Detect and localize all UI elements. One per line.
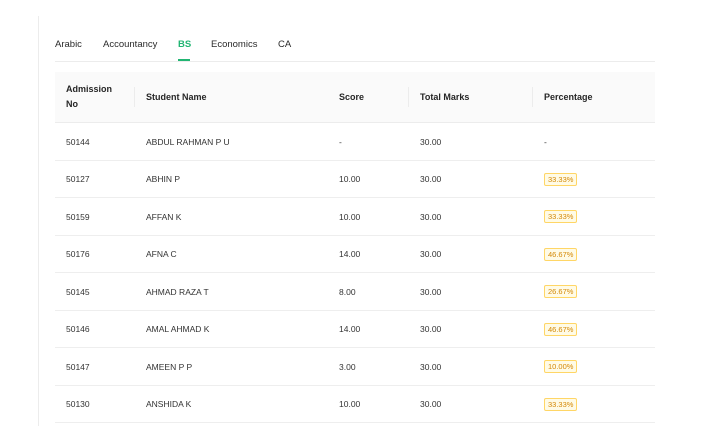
table-body: 50144 ABDUL RAHMAN P U - 30.00 - 50127 ABHIN P…: [55, 123, 655, 423]
cell-student-name: ABDUL RAHMAN P U: [146, 136, 230, 147]
table-row: 50146 AMAL AHMAD K 14.00 30.00 46.67%: [55, 311, 655, 348]
table-row: 50144 ABDUL RAHMAN P U - 30.00 -: [55, 123, 655, 161]
percentage-tag: 46.67%: [544, 247, 578, 261]
content-divider: [38, 16, 39, 426]
cell-total-marks: 30.00: [420, 136, 442, 147]
cell-student-name: ABHIN P: [146, 174, 181, 184]
table-row: 50147 AMEEN P P 3.00 30.00 10.00%: [55, 348, 655, 386]
cell-percentage: 46.67%: [544, 311, 578, 348]
table-row: 50159 AFFAN K 10.00 30.00 33.33%: [55, 198, 655, 236]
cell-percentage: 33.33%: [544, 161, 578, 198]
header-total-marks: Total Marks: [420, 91, 470, 102]
cell-percentage: 46.67%: [544, 236, 578, 273]
cell-admission-no: 50145: [66, 286, 90, 297]
cell-total-marks: 30.00: [420, 286, 442, 297]
cell-percentage: 26.67%: [544, 273, 578, 310]
table-row: 50176 AFNA C 14.00 30.00 46.67%: [55, 236, 655, 273]
cell-score: 14.00: [339, 249, 361, 259]
header-separator: [134, 87, 135, 107]
cell-admission-no: 50146: [66, 324, 90, 334]
marks-page: Arabic Accountancy BS Economics CA Admis…: [0, 0, 704, 440]
subject-tabs: Arabic Accountancy BS Economics CA: [55, 30, 655, 62]
marks-table: Admission No Student Name Score Total Ma…: [55, 72, 655, 423]
percentage-tag: 33.33%: [544, 210, 578, 223]
table-row: 50130 ANSHIDA K 10.00 30.00 33.33%: [55, 386, 655, 423]
cell-student-name: AFNA C: [146, 249, 177, 259]
cell-total-marks: 30.00: [420, 174, 442, 184]
cell-score: 10.00: [339, 211, 361, 222]
cell-admission-no: 50144: [66, 136, 90, 147]
header-separator: [532, 87, 533, 107]
cell-admission-no: 50130: [66, 399, 90, 409]
cell-total-marks: 30.00: [420, 249, 442, 259]
cell-admission-no: 50147: [66, 361, 90, 372]
active-tab-indicator: [178, 59, 190, 61]
cell-total-marks: 30.00: [420, 361, 442, 372]
cell-score: 8.00: [339, 286, 356, 297]
cell-student-name: AHMAD RAZA T: [146, 286, 209, 297]
cell-score: 10.00: [339, 174, 361, 184]
header-percentage: Percentage: [544, 91, 593, 102]
cell-score: -: [339, 136, 342, 147]
cell-student-name: AFFAN K: [146, 211, 182, 222]
percentage-text: -: [544, 136, 547, 147]
header-admission-no: Admission No: [66, 72, 112, 122]
cell-percentage: -: [544, 123, 547, 160]
cell-total-marks: 30.00: [420, 324, 442, 334]
cell-total-marks: 30.00: [420, 399, 442, 409]
header-score: Score: [339, 91, 365, 102]
cell-student-name: AMAL AHMAD K: [146, 324, 210, 334]
tab-accountancy[interactable]: Accountancy: [103, 39, 157, 51]
tab-economics[interactable]: Economics: [211, 39, 257, 51]
cell-admission-no: 50127: [66, 174, 90, 184]
table-row: 50127 ABHIN P 10.00 30.00 33.33%: [55, 161, 655, 198]
cell-percentage: 33.33%: [544, 386, 578, 423]
header-separator: [408, 87, 409, 107]
cell-student-name: AMEEN P P: [146, 361, 193, 372]
percentage-tag: 33.33%: [544, 172, 578, 186]
cell-score: 3.00: [339, 361, 356, 372]
percentage-tag: 33.33%: [544, 397, 578, 411]
percentage-tag: 46.67%: [544, 322, 578, 336]
cell-total-marks: 30.00: [420, 211, 442, 222]
cell-score: 14.00: [339, 324, 361, 334]
table-header: Admission No Student Name Score Total Ma…: [55, 72, 655, 123]
cell-percentage: 33.33%: [544, 198, 578, 235]
percentage-tag: 26.67%: [544, 285, 578, 298]
cell-student-name: ANSHIDA K: [146, 399, 192, 409]
cell-admission-no: 50176: [66, 249, 90, 259]
percentage-tag: 10.00%: [544, 360, 578, 373]
cell-score: 10.00: [339, 399, 361, 409]
tab-arabic[interactable]: Arabic: [55, 39, 82, 51]
table-row: 50145 AHMAD RAZA T 8.00 30.00 26.67%: [55, 273, 655, 311]
header-admission-line1: Admission: [66, 84, 113, 94]
header-student-name: Student Name: [146, 91, 207, 102]
tab-ca[interactable]: CA: [278, 39, 291, 51]
cell-admission-no: 50159: [66, 211, 90, 222]
tab-bs[interactable]: BS: [178, 39, 191, 51]
header-admission-line2: No: [66, 99, 78, 109]
cell-percentage: 10.00%: [544, 348, 578, 385]
